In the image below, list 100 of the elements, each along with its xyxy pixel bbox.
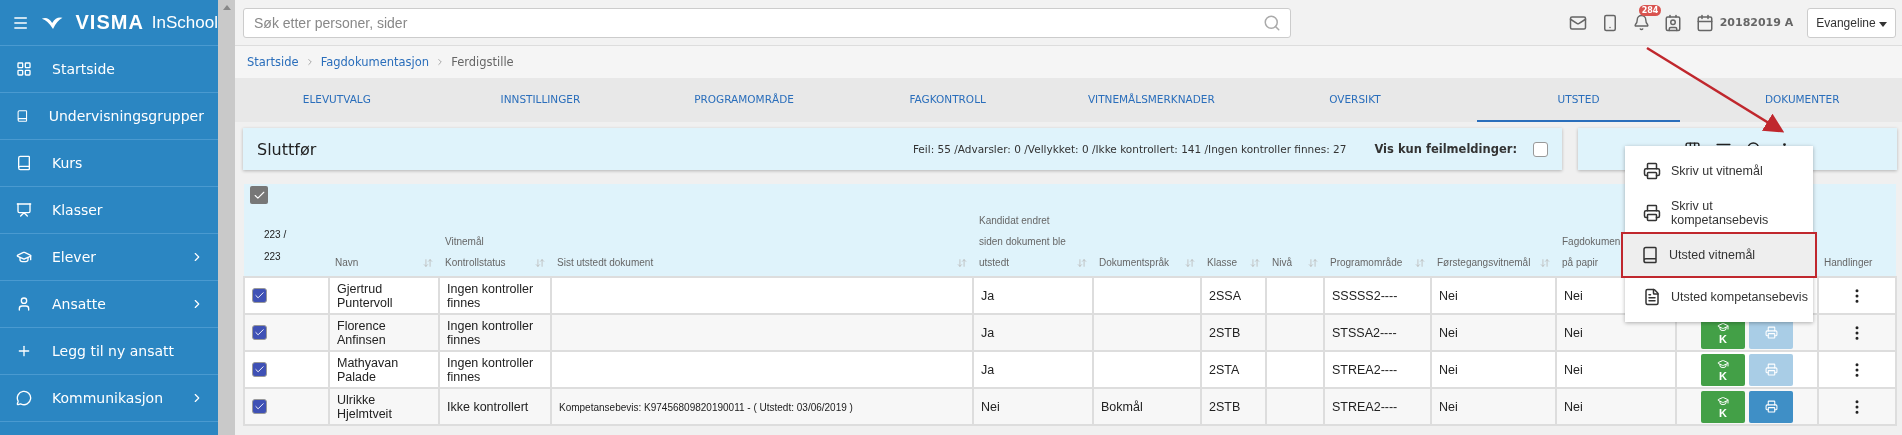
bell-icon[interactable]	[1632, 14, 1650, 31]
checkmark-icon	[254, 363, 265, 375]
tab[interactable]: PROGRAMOMRÅDE	[642, 78, 846, 122]
tab[interactable]: INNSTILLINGER	[438, 78, 643, 122]
row-checkbox[interactable]	[252, 361, 267, 377]
brand-name: VISMA	[75, 11, 144, 34]
column-header: Kontrollstatus	[445, 257, 507, 268]
table-cell: Nei	[1439, 325, 1458, 340]
table-cell: 2STA	[1209, 362, 1240, 377]
mail-icon[interactable]	[1568, 13, 1587, 32]
status-summary: Feil: 55 /Advarsler: 0 /Vellykket: 0 /Ikke kontrollert: 141 /Ingen kontroller finnes: 27	[912, 143, 1347, 155]
checkmark-icon	[254, 289, 265, 301]
printer-icon	[1764, 363, 1778, 376]
notification-badge: 284	[1638, 5, 1662, 16]
calendar-icon[interactable]	[1695, 13, 1714, 32]
selection-count: 223 /	[263, 229, 287, 240]
table-cell: Ingen kontroller finnes	[447, 281, 534, 310]
person-icon	[16, 296, 32, 312]
breadcrumb-link[interactable]: Fagdokumentasjon	[320, 55, 430, 69]
column-header: Nivå	[1272, 257, 1293, 268]
table-cell: Nei	[1564, 288, 1583, 303]
tab[interactable]: FAGKONTROLL	[845, 78, 1050, 122]
table-cell: Nei	[1439, 288, 1458, 303]
table-cell: Ikke kontrollert	[447, 399, 529, 414]
user-menu-button[interactable]: Evangeline	[1807, 7, 1896, 38]
breadcrumb-link[interactable]: Startside	[247, 55, 299, 69]
column-header: Navn	[335, 257, 360, 268]
table-cell: Nei	[1439, 362, 1458, 377]
breadcrumb-current: Ferdigstille	[451, 55, 514, 69]
column-header: Handlinger	[1824, 257, 1874, 268]
graduation-cap-icon	[1717, 394, 1729, 407]
document-icon	[1643, 288, 1661, 306]
table-cell: 2STB	[1209, 399, 1241, 414]
printer-icon	[1643, 162, 1661, 180]
table-cell: Florence Anfinsen	[337, 318, 386, 347]
table-cell: SSSSS2----	[1332, 288, 1398, 303]
row-checkbox[interactable]	[252, 324, 267, 340]
tab[interactable]: ELEVUTVALG	[235, 78, 439, 122]
scroll-up-icon	[222, 4, 231, 10]
column-header: Sist utstedt dokument	[557, 257, 655, 268]
printer-icon	[1764, 326, 1778, 339]
table-cell: Gjertrud Puntervoll	[337, 281, 393, 310]
table-cell: STSSA2----	[1332, 325, 1397, 340]
table-cell: Mathyavan Palade	[337, 355, 399, 384]
tab[interactable]: OVERSIKT	[1253, 78, 1457, 122]
menu-item[interactable]: Utsted kompetansebevis	[1625, 276, 1813, 318]
contact-card-icon[interactable]	[1663, 13, 1682, 32]
checkmark-icon	[254, 400, 265, 412]
column-header: Førstegangsvitnemål	[1437, 257, 1532, 268]
selection-count: 223	[263, 251, 281, 262]
tab[interactable]: DOKUMENTER	[1700, 78, 1902, 122]
filter-label: Vis kun feilmeldinger:	[1374, 142, 1517, 156]
row-checkbox[interactable]	[252, 287, 267, 303]
column-header: Fagdokumen	[1562, 236, 1622, 247]
k-button[interactable]: K	[1701, 390, 1745, 423]
table-cell: Ja	[981, 325, 995, 340]
table-cell: Nei	[1564, 399, 1583, 414]
printer-icon	[1643, 204, 1661, 222]
table-cell: Ja	[981, 288, 995, 303]
table-cell: STREA2----	[1332, 362, 1398, 377]
table-cell: Kompetansebevis: K97456809820190011 - ( Utstedt: 03/06/2019 )	[559, 401, 853, 413]
column-header: Vitnemål	[445, 236, 485, 247]
plus-icon	[16, 343, 32, 359]
table-cell: Nei	[1439, 399, 1458, 414]
column-header: Klasse	[1207, 257, 1238, 268]
speech-bubble-icon	[16, 390, 32, 406]
table-cell: Ja	[981, 362, 995, 377]
table-cell: Nei	[1564, 362, 1583, 377]
column-header: Programområde	[1330, 257, 1404, 268]
book-icon	[1641, 246, 1659, 264]
select-all-checkbox[interactable]	[250, 186, 268, 204]
search-field[interactable]: Søk etter personer, sider	[243, 7, 1291, 38]
menu-item[interactable]: Skriv ut kompetansebevis	[1625, 192, 1813, 234]
table-cell: Nei	[981, 399, 1000, 414]
tab[interactable]: VITNEMÅLSMERKNADER	[1049, 78, 1254, 122]
table-cell: Ingen kontroller finnes	[447, 318, 534, 347]
k-button[interactable]: K	[1701, 353, 1745, 386]
graduation-cap-icon	[1717, 357, 1729, 370]
book-icon	[16, 155, 32, 171]
column-header: utstedt	[979, 257, 1011, 268]
grid-icon	[16, 61, 32, 77]
column-header: på papir	[1562, 257, 1600, 268]
print-button[interactable]	[1749, 390, 1793, 423]
caret-icon	[1879, 21, 1887, 27]
table-cell: Bokmål	[1101, 399, 1143, 414]
table-cell: 2STB	[1209, 325, 1241, 340]
graduate-icon	[16, 249, 32, 265]
tab[interactable]: UTSTED	[1476, 78, 1681, 122]
panel-title: Sluttfør	[257, 139, 317, 159]
table-cell: Ingen kontroller finnes	[447, 355, 534, 384]
menu-item[interactable]: Skriv ut vitnemål	[1625, 150, 1813, 192]
school-year: 20182019 A	[1719, 16, 1794, 29]
row-checkbox[interactable]	[252, 398, 267, 414]
book-icon	[16, 108, 29, 124]
table-cell: STREA2----	[1332, 399, 1398, 414]
menu-item[interactable]: Utsted vitnemål	[1623, 234, 1815, 276]
search-icon	[1263, 13, 1281, 32]
printer-icon	[1764, 400, 1778, 413]
filter-checkbox[interactable]	[1533, 141, 1548, 157]
product-name: InSchool	[151, 12, 218, 33]
